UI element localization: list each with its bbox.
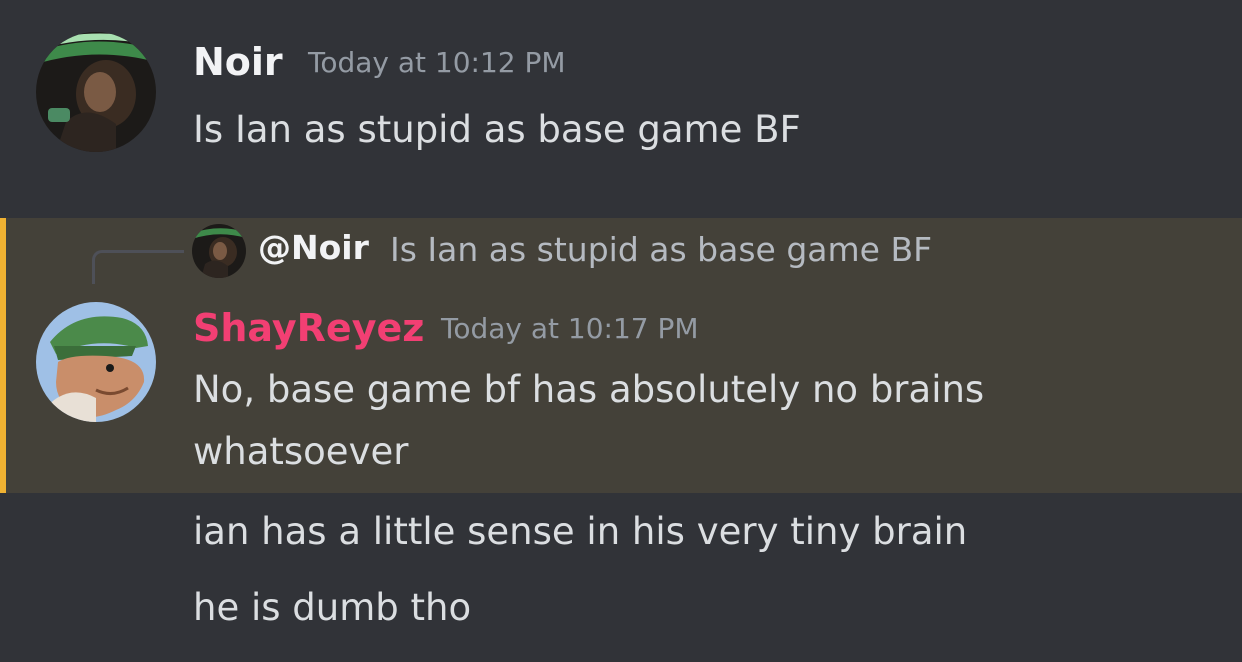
chat-log: Noir Today at 10:12 PM Is Ian as stupid … (0, 0, 1242, 662)
reply-mention[interactable]: @Noir (258, 228, 369, 267)
message-text: whatsoever (193, 430, 409, 473)
message-timestamp: Today at 10:12 PM (308, 46, 566, 79)
noir-avatar-icon[interactable] (192, 224, 246, 278)
shayreyez-avatar-icon[interactable] (36, 302, 156, 422)
message-text: ian has a little sense in his very tiny … (193, 510, 968, 553)
message-text: he is dumb tho (193, 586, 472, 629)
noir-username[interactable]: Noir (193, 40, 283, 84)
message-text: No, base game bf has absolutely no brain… (193, 368, 985, 411)
reply-spine (92, 250, 184, 284)
shayreyez-username[interactable]: ShayReyez (193, 306, 424, 350)
noir-avatar-icon[interactable] (36, 32, 156, 152)
reply-preview-text[interactable]: Is Ian as stupid as base game BF (390, 230, 932, 269)
message-timestamp: Today at 10:17 PM (441, 312, 699, 345)
mention-highlight-bar (0, 218, 6, 493)
message-text: Is Ian as stupid as base game BF (193, 108, 801, 151)
